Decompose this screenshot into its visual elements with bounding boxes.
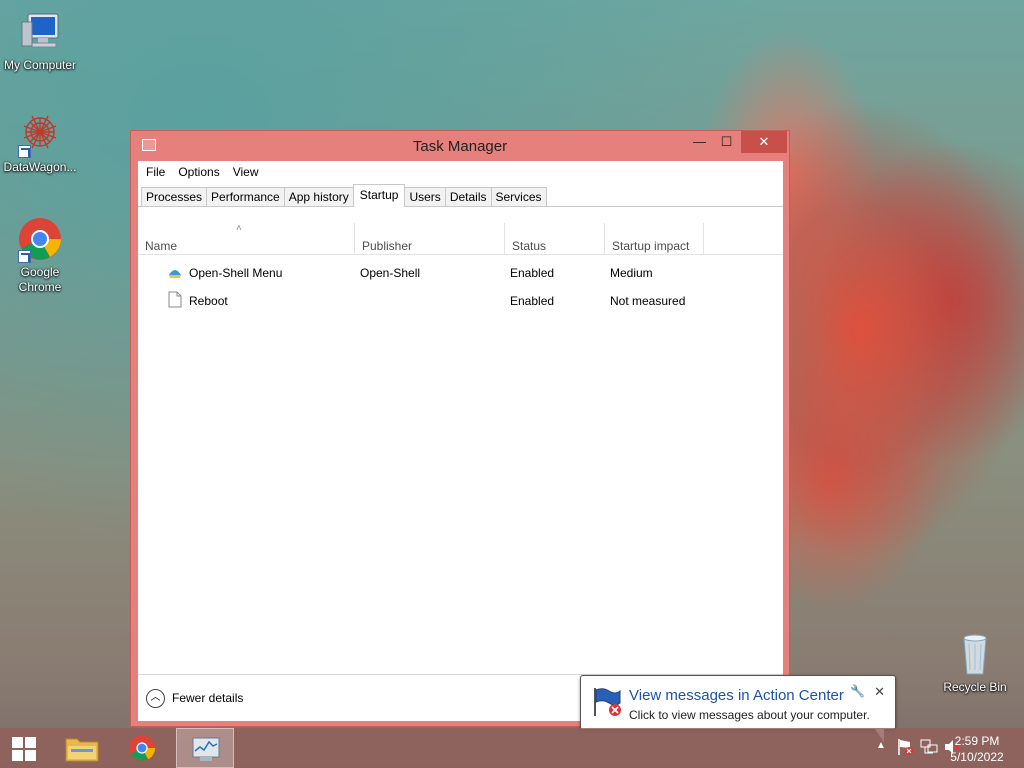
action-center-notification[interactable]: View messages in Action Center Click to … bbox=[580, 675, 896, 742]
desktop-icon-recycle-bin[interactable]: Recycle Bin bbox=[935, 630, 1015, 695]
action-center-tray-icon[interactable] bbox=[896, 738, 914, 759]
wrench-icon[interactable]: 🔧 bbox=[850, 684, 865, 698]
task-manager-icon bbox=[191, 735, 221, 766]
title-bar[interactable]: Task Manager — ☐ ✕ bbox=[131, 131, 789, 161]
file-icon bbox=[168, 291, 182, 311]
row-impact: Medium bbox=[610, 266, 653, 280]
fewer-details-link[interactable]: Fewer details bbox=[172, 691, 243, 705]
tab-performance[interactable]: Performance bbox=[206, 187, 285, 206]
chevron-up-icon[interactable]: ︿ bbox=[146, 689, 165, 708]
row-status: Enabled bbox=[510, 266, 555, 280]
desktop-icon-datawagon[interactable]: DataWagon... bbox=[0, 110, 80, 175]
desktop-icon-label: My Computer bbox=[3, 58, 77, 72]
maximize-button[interactable]: ☐ bbox=[713, 131, 740, 153]
minimize-button[interactable]: — bbox=[686, 131, 713, 153]
taskbar-file-explorer[interactable] bbox=[58, 728, 108, 768]
tab-services[interactable]: Services bbox=[490, 187, 547, 206]
chrome-icon bbox=[16, 215, 64, 263]
action-center-flag-icon bbox=[591, 686, 623, 721]
row-publisher: Open-Shell bbox=[360, 266, 421, 280]
recycle-bin-icon bbox=[951, 630, 999, 678]
column-header-status[interactable]: Status bbox=[504, 223, 604, 255]
system-tray: ▲ 2:59 PM 5/10/2022 bbox=[824, 728, 1024, 768]
taskbar: ▲ 2:59 PM 5/10/2022 bbox=[0, 728, 1024, 768]
table-row[interactable]: Open-Shell Menu Open-Shell Enabled Mediu… bbox=[138, 259, 783, 287]
show-hidden-icons-chevron-icon[interactable]: ▲ bbox=[876, 740, 886, 751]
menu-bar: File Options View bbox=[138, 161, 783, 183]
shortcut-arrow-icon bbox=[18, 145, 31, 158]
menu-file[interactable]: File bbox=[146, 165, 165, 179]
menu-options[interactable]: Options bbox=[178, 165, 219, 179]
table-row[interactable]: Reboot Enabled Not measured bbox=[138, 287, 783, 315]
row-status: Enabled bbox=[510, 294, 555, 308]
tab-app-history[interactable]: App history bbox=[283, 187, 354, 206]
menu-view[interactable]: View bbox=[233, 165, 259, 179]
row-impact: Not measured bbox=[610, 294, 686, 308]
tab-processes[interactable]: Processes bbox=[141, 187, 208, 206]
desktop-icon-label: DataWagon... bbox=[3, 160, 77, 174]
column-header-startup-impact[interactable]: Startup impact bbox=[604, 223, 704, 255]
notification-close-button[interactable]: ✕ bbox=[874, 684, 885, 700]
row-name: Open-Shell Menu bbox=[189, 266, 283, 280]
tab-strip: Processes Performance App history Startu… bbox=[138, 183, 783, 207]
desktop-icon-label: Google Chrome bbox=[18, 265, 62, 294]
computer-icon bbox=[16, 8, 64, 56]
start-button[interactable] bbox=[0, 728, 50, 768]
network-icon[interactable] bbox=[920, 739, 938, 758]
tab-startup[interactable]: Startup bbox=[352, 184, 406, 207]
column-header-row: ˄ Name Publisher Status Startup impact bbox=[138, 223, 783, 255]
column-header-publisher[interactable]: Publisher bbox=[354, 223, 504, 255]
shell-icon bbox=[167, 264, 183, 283]
clock[interactable]: 2:59 PM 5/10/2022 bbox=[946, 733, 1008, 765]
tab-details[interactable]: Details bbox=[444, 187, 492, 206]
datawagon-icon bbox=[16, 110, 64, 158]
taskbar-task-manager[interactable] bbox=[176, 728, 234, 768]
notification-title: View messages in Action Center bbox=[629, 687, 844, 704]
tab-users[interactable]: Users bbox=[404, 187, 446, 206]
window-client-area: File Options View Processes Performance … bbox=[138, 161, 783, 721]
task-manager-window: Task Manager — ☐ ✕ File Options View Pro… bbox=[130, 130, 790, 727]
notification-text: Click to view messages about your comput… bbox=[629, 708, 870, 722]
desktop-icon-my-computer[interactable]: My Computer bbox=[0, 8, 80, 73]
clock-date: 5/10/2022 bbox=[950, 750, 1004, 764]
folder-icon bbox=[65, 733, 99, 766]
shortcut-arrow-icon bbox=[18, 250, 31, 263]
close-button[interactable]: ✕ bbox=[741, 131, 787, 153]
desktop-icon-label: Recycle Bin bbox=[943, 680, 1007, 694]
taskbar-google-chrome[interactable] bbox=[118, 728, 168, 768]
row-name: Reboot bbox=[189, 294, 228, 308]
column-header-name[interactable]: Name bbox=[138, 223, 354, 255]
desktop-icon-google-chrome[interactable]: Google Chrome bbox=[0, 215, 80, 295]
clock-time: 2:59 PM bbox=[954, 734, 1000, 748]
chrome-icon bbox=[127, 733, 157, 766]
